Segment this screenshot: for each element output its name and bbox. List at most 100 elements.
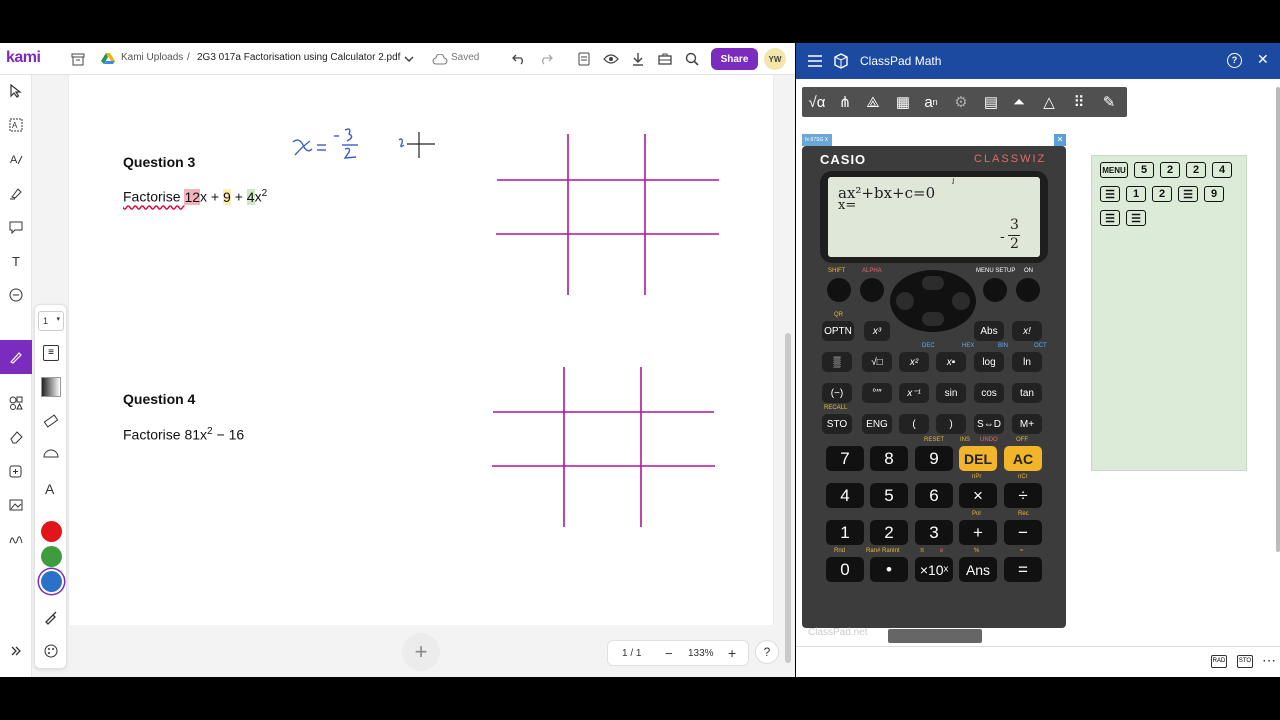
color-green-swatch[interactable] — [41, 546, 62, 567]
open-paren-key[interactable]: ( — [899, 414, 929, 434]
undo-icon[interactable] — [509, 49, 529, 69]
nav-down-key[interactable] — [922, 312, 944, 326]
image-icon[interactable] — [6, 495, 26, 515]
palette-icon[interactable] — [43, 643, 59, 664]
nav-up-key[interactable] — [922, 276, 944, 290]
equals-key[interactable]: = — [1004, 557, 1042, 582]
eye-icon[interactable] — [601, 49, 621, 69]
key-9[interactable]: 9 — [915, 446, 953, 471]
on-key[interactable] — [1016, 278, 1040, 302]
zoom-in-button[interactable]: + — [728, 645, 736, 661]
negative-key[interactable]: (−) — [822, 383, 852, 403]
hamburger-menu-icon[interactable] — [808, 54, 822, 72]
avatar[interactable]: YW — [764, 48, 786, 70]
m-plus-key[interactable]: M+ — [1012, 414, 1042, 434]
factorial-key[interactable]: x! — [1012, 321, 1042, 341]
help-button[interactable]: ? — [755, 640, 779, 664]
archive-icon[interactable] — [68, 49, 88, 69]
eyedropper-icon[interactable] — [43, 609, 59, 630]
log-key[interactable]: log — [974, 352, 1004, 372]
3d-graph-icon[interactable]: ⏶ — [1008, 91, 1030, 113]
navigation-pad[interactable] — [890, 270, 976, 332]
kami-logo[interactable]: kami — [6, 49, 41, 67]
stroke-size-select[interactable]: 1 ▾ — [38, 311, 64, 331]
key-0[interactable]: 0 — [826, 557, 864, 582]
scrollbar[interactable] — [785, 333, 791, 663]
decimal-key[interactable]: • — [870, 557, 908, 582]
zoom-out-button[interactable]: − — [665, 646, 673, 661]
text-highlight-icon[interactable]: A — [6, 149, 26, 169]
shift-key[interactable] — [827, 278, 851, 302]
sequence-icon[interactable]: an — [920, 91, 942, 113]
shapes-icon[interactable] — [6, 393, 26, 413]
sto-key[interactable]: STO — [822, 414, 852, 434]
pen-icon[interactable] — [6, 347, 26, 367]
key-4[interactable]: 4 — [826, 483, 864, 508]
calculator-close-icon[interactable]: ✕ — [1054, 134, 1066, 146]
times-ten-key[interactable]: ×10ˣ — [915, 557, 953, 582]
nav-right-key[interactable] — [952, 292, 970, 310]
key-5[interactable]: 5 — [870, 483, 908, 508]
optn-key[interactable]: OPTN — [822, 321, 854, 341]
geometry-icon[interactable]: ⟁ — [862, 91, 884, 113]
graph-icon[interactable]: ⋔ — [834, 91, 856, 113]
history-key[interactable]: ☰ — [1100, 186, 1120, 202]
cos-key[interactable]: cos — [974, 383, 1004, 403]
calculator-icon[interactable]: ▤ — [980, 91, 1002, 113]
close-icon[interactable]: ✕ — [1257, 51, 1269, 68]
ln-key[interactable]: ln — [1012, 352, 1042, 372]
marker-icon[interactable] — [6, 183, 26, 203]
key-7[interactable]: 7 — [826, 446, 864, 471]
x-squared-key[interactable]: x² — [899, 352, 929, 372]
del-key[interactable]: DEL — [959, 446, 997, 471]
x-cubed-key[interactable]: x³ — [864, 321, 890, 341]
text-select-icon[interactable]: A — [6, 115, 26, 135]
text-style-icon[interactable]: A — [45, 481, 54, 497]
eraser-icon[interactable] — [6, 427, 26, 447]
notes-icon[interactable]: ✎ — [1098, 91, 1120, 113]
ruler-icon[interactable] — [43, 413, 59, 434]
math-icon[interactable]: √α — [806, 91, 828, 113]
nav-left-key[interactable] — [896, 292, 914, 310]
close-paren-key[interactable]: ) — [936, 414, 966, 434]
add-page-button[interactable]: + — [402, 633, 440, 671]
document-icon[interactable] — [574, 49, 594, 69]
tan-key[interactable]: tan — [1012, 383, 1042, 403]
comment-icon[interactable] — [6, 217, 26, 237]
history-key[interactable]: ☰ — [1100, 210, 1120, 226]
power-key[interactable]: x▪ — [936, 352, 966, 372]
plus-key[interactable]: + — [959, 520, 997, 545]
history-key[interactable]: 2 — [1160, 162, 1180, 178]
eng-key[interactable]: ENG — [862, 414, 892, 434]
divide-key[interactable]: ÷ — [1004, 483, 1042, 508]
history-key[interactable]: ☰ — [1178, 186, 1198, 202]
sto-mode-button[interactable]: STO — [1237, 655, 1253, 668]
probability-icon[interactable]: ⚙ — [950, 91, 972, 113]
ac-key[interactable]: AC — [1004, 446, 1042, 471]
chevron-down-icon[interactable] — [399, 49, 419, 69]
classpad-scrollbar[interactable] — [1276, 87, 1280, 552]
signature-icon[interactable] — [6, 529, 26, 549]
toolbox-icon[interactable] — [655, 49, 675, 69]
share-button[interactable]: Share — [711, 48, 758, 70]
alpha-key[interactable] — [860, 278, 884, 302]
inverse-key[interactable]: x⁻¹ — [899, 383, 929, 403]
menu-key[interactable] — [983, 278, 1007, 302]
redo-icon[interactable] — [536, 49, 556, 69]
download-icon[interactable] — [628, 49, 648, 69]
breadcrumb-root[interactable]: Kami Uploads — [121, 52, 183, 63]
add-media-icon[interactable] — [6, 461, 26, 481]
search-icon[interactable] — [682, 49, 702, 69]
pdf-page[interactable]: Question 3 Factorise 12x + 9 + 4x2 Quest… — [68, 75, 774, 625]
sqrt-key[interactable]: √□ — [862, 352, 892, 372]
degrees-key[interactable]: °′″ — [862, 383, 892, 403]
history-key[interactable]: 1 — [1126, 186, 1146, 202]
statistics-icon[interactable]: ⠿ — [1068, 91, 1090, 113]
sin-key[interactable]: sin — [936, 383, 966, 403]
triangle-icon[interactable]: △ — [1038, 91, 1060, 113]
history-key[interactable]: MENU — [1100, 162, 1128, 178]
zoom-level[interactable]: 133% — [688, 648, 714, 659]
history-key[interactable]: 2 — [1152, 186, 1172, 202]
text-box-icon[interactable]: T — [6, 251, 26, 271]
s-to-d-key[interactable]: S⇔D — [974, 414, 1004, 434]
